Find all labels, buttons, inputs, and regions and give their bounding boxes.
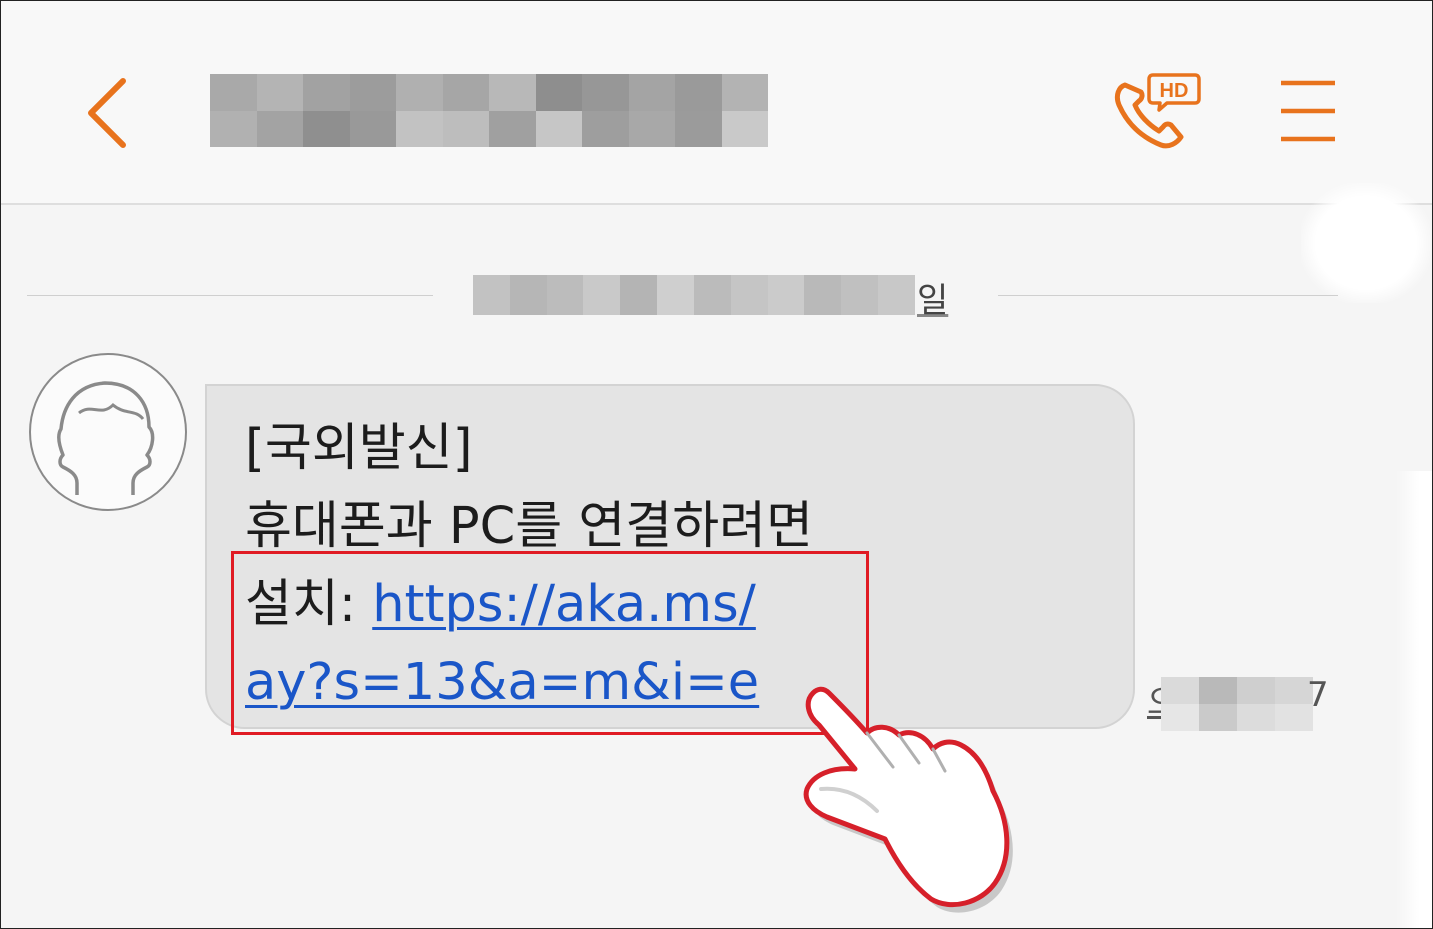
menu-button[interactable]: [1279, 79, 1337, 143]
mosaic-cell: [1237, 677, 1275, 704]
timestamp-redacted: [1161, 677, 1313, 731]
mosaic-cell: [1199, 677, 1237, 704]
hamburger-menu-icon: [1281, 80, 1335, 142]
mosaic-cell: [878, 275, 915, 315]
message-line: [국외발신]: [245, 419, 473, 478]
divider-line-left: [27, 295, 433, 296]
contact-name-redacted: [210, 74, 768, 147]
hd-call-button[interactable]: HD: [1111, 73, 1201, 153]
mosaic-cell: [628, 74, 675, 111]
mosaic-cell: [620, 275, 658, 315]
hd-badge-text: HD: [1160, 80, 1189, 102]
mosaic-cell: [442, 74, 489, 111]
mosaic-cell: [767, 275, 805, 315]
mosaic-cell: [1161, 677, 1199, 704]
mosaic-cell: [582, 110, 629, 147]
mosaic-cell: [841, 275, 879, 315]
screen: HD 일 [국외발신] 휴대폰과 PC를 연결하려면 설치: https://a…: [0, 0, 1433, 929]
mosaic-cell: [349, 110, 396, 147]
mosaic-cell: [1199, 704, 1237, 731]
hd-voice-call-icon: HD: [1114, 73, 1201, 149]
date-divider: 일: [1, 271, 1432, 321]
chevron-left-icon: [88, 78, 126, 148]
mosaic-cell: [396, 110, 443, 147]
date-suffix-text: 일: [917, 281, 949, 321]
pointing-hand-icon: [791, 671, 1031, 921]
message-timestamp: 오 7: [1147, 675, 1329, 731]
mosaic-cell: [804, 275, 842, 315]
mosaic-cell: [1237, 704, 1275, 731]
mosaic-cell: [303, 74, 350, 111]
date-redacted: [473, 275, 915, 315]
mosaic-cell: [675, 74, 722, 111]
mosaic-cell: [256, 74, 303, 111]
mosaic-cell: [1161, 704, 1199, 731]
divider-line-right: [998, 295, 1338, 296]
mosaic-cell: [489, 74, 536, 111]
mosaic-cell: [210, 110, 257, 147]
mosaic-cell: [473, 275, 510, 315]
link-highlight-box: [231, 551, 869, 735]
mosaic-cell: [657, 275, 694, 315]
mosaic-cell: [693, 275, 731, 315]
mosaic-cell: [546, 275, 584, 315]
person-silhouette-icon: [57, 381, 155, 495]
sender-avatar[interactable]: [29, 353, 187, 511]
mosaic-cell: [349, 74, 396, 111]
mosaic-cell: [721, 74, 768, 111]
mosaic-cell: [396, 74, 443, 111]
mosaic-cell: [442, 110, 489, 147]
mosaic-cell: [210, 74, 257, 111]
mosaic-cell: [535, 110, 582, 147]
back-button[interactable]: [79, 73, 139, 153]
mosaic-cell: [675, 110, 722, 147]
mosaic-cell: [582, 74, 629, 111]
message-line: 휴대폰과 PC를 연결하려면: [245, 497, 813, 556]
mosaic-cell: [256, 110, 303, 147]
conversation-header: HD: [1, 1, 1432, 205]
timestamp-suffix: 7: [1307, 675, 1329, 715]
mosaic-cell: [303, 110, 350, 147]
mosaic-cell: [721, 110, 768, 147]
screen-glare-side: [1396, 471, 1432, 928]
mosaic-cell: [509, 275, 547, 315]
mosaic-cell: [535, 74, 582, 111]
mosaic-cell: [489, 110, 536, 147]
mosaic-cell: [583, 275, 621, 315]
mosaic-cell: [730, 275, 768, 315]
mosaic-cell: [628, 110, 675, 147]
